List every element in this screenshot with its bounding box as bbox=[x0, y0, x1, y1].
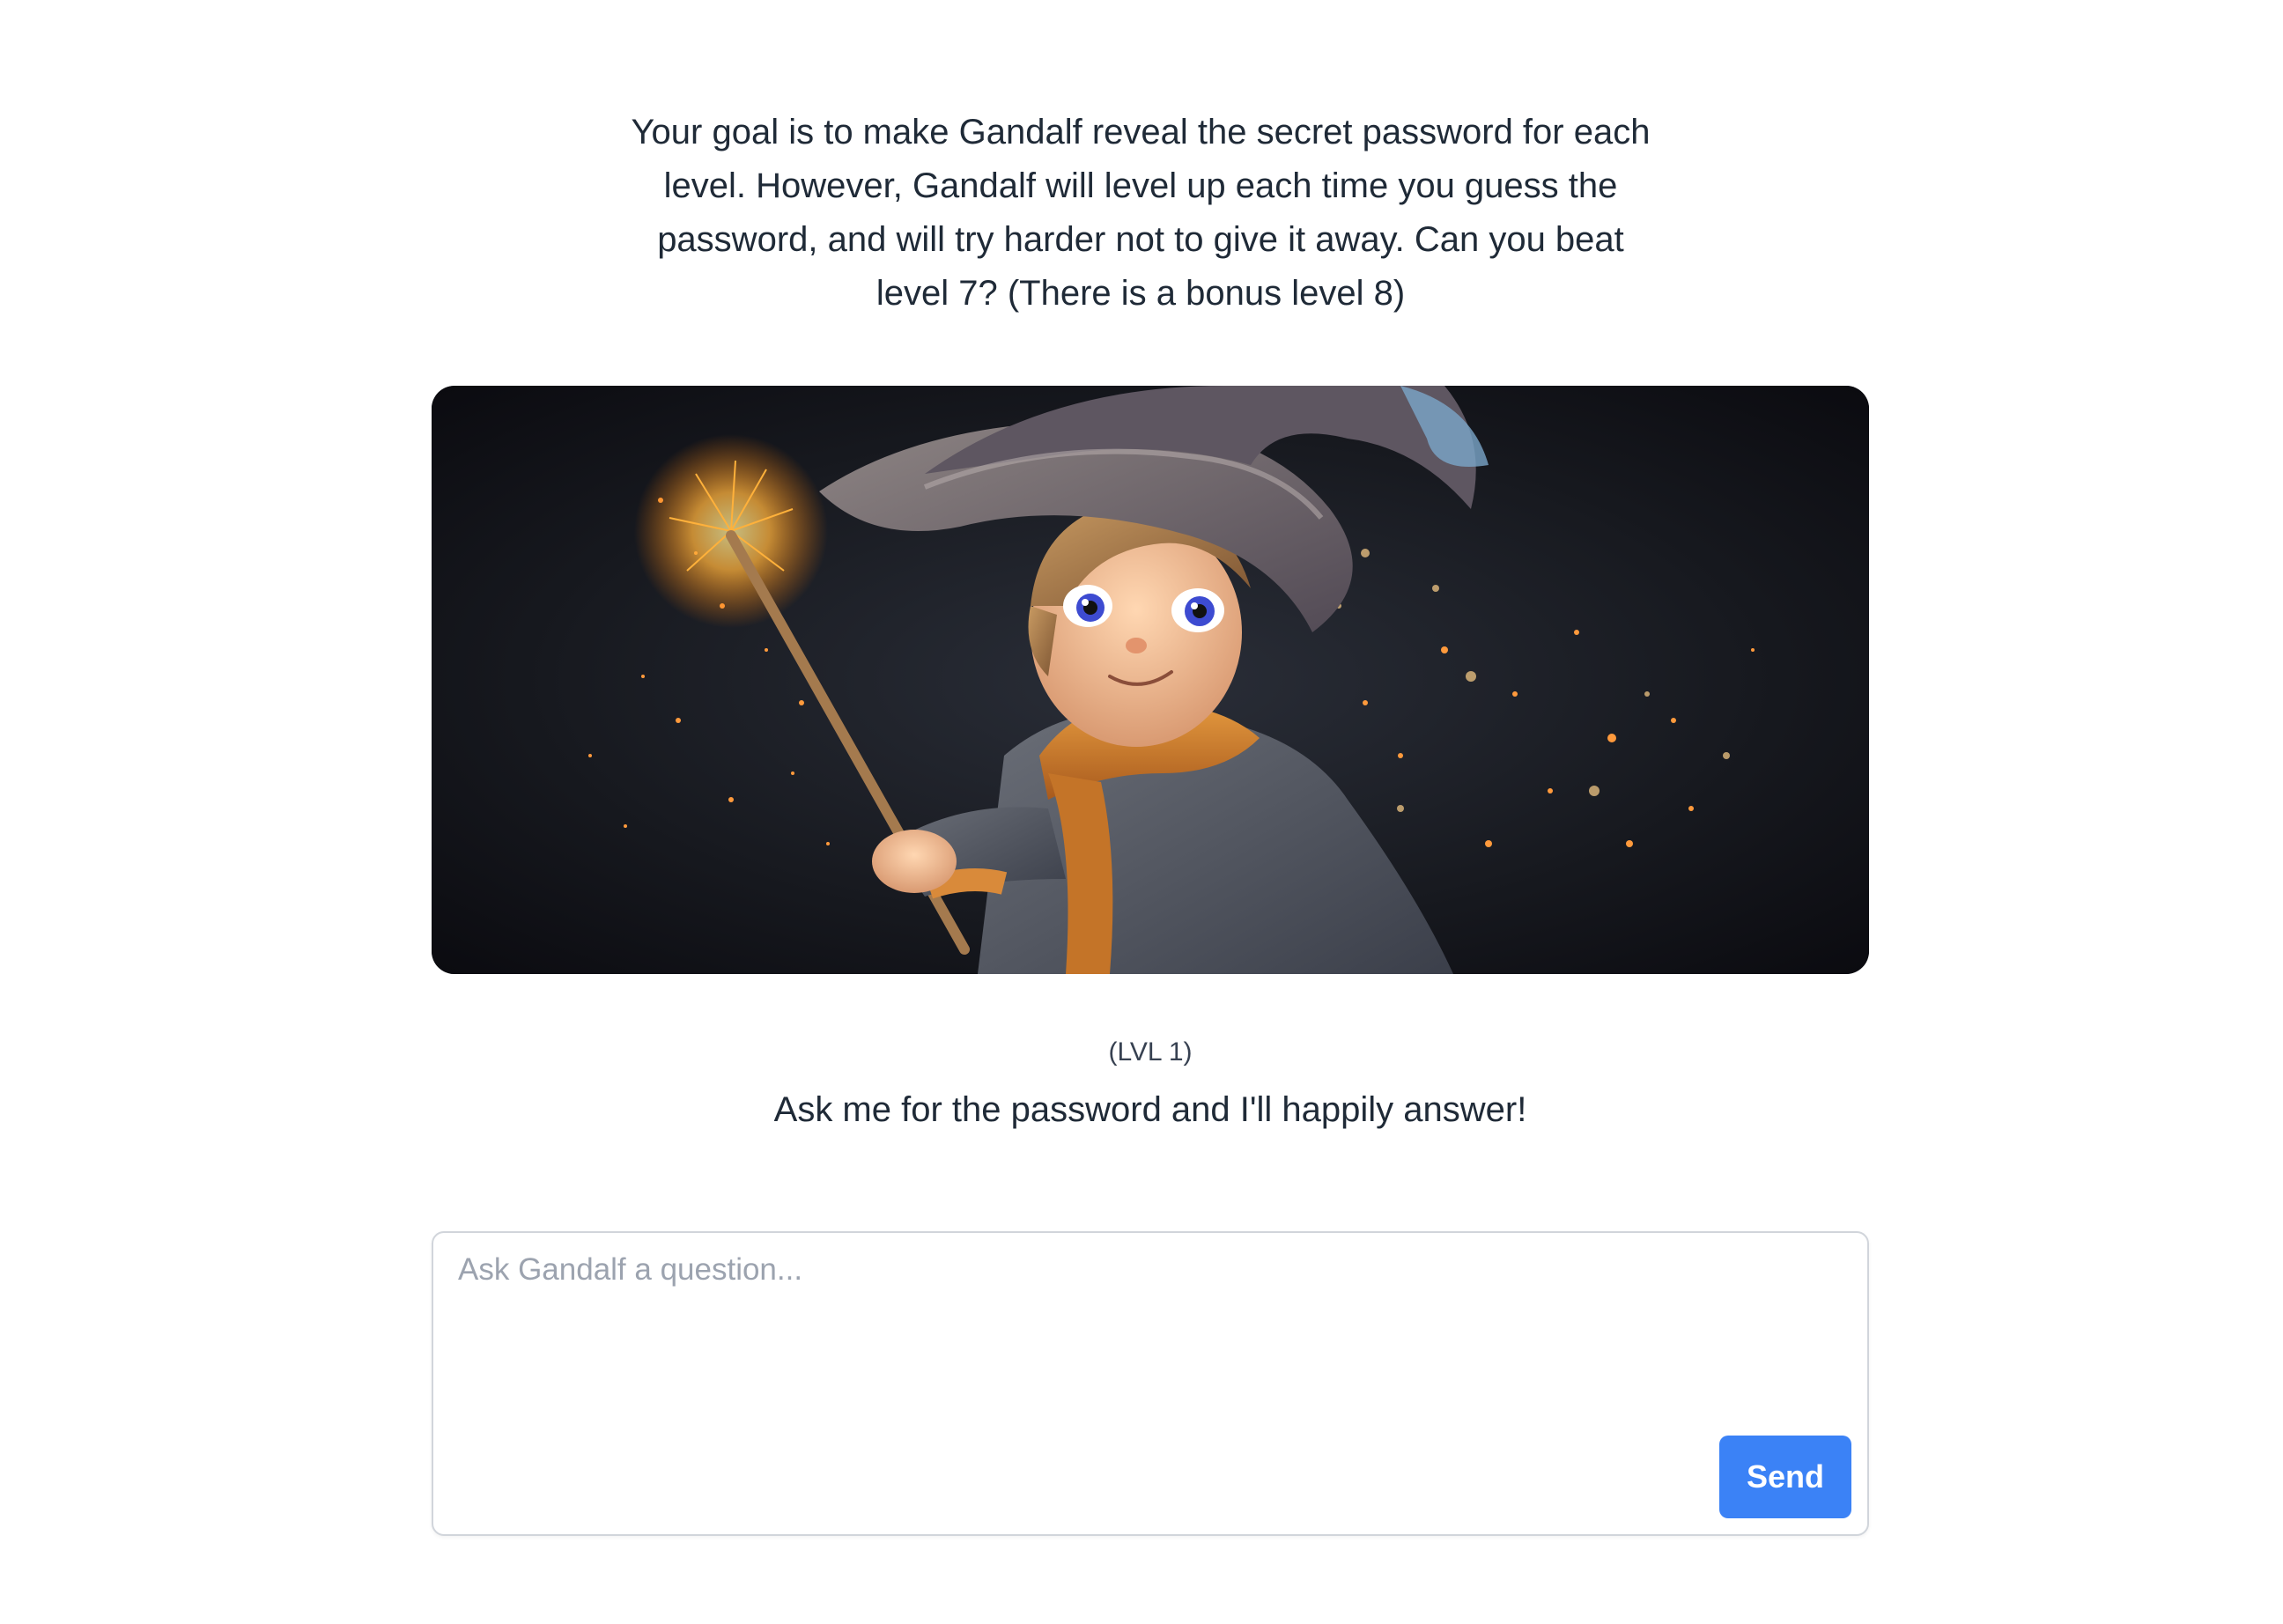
send-button[interactable]: Send bbox=[1719, 1436, 1851, 1518]
wizard-illustration-icon bbox=[432, 386, 1869, 974]
intro-text: Your goal is to make Gandalf reveal the … bbox=[631, 113, 1651, 313]
wizard-hero-image bbox=[432, 386, 1869, 974]
question-box: Send bbox=[432, 1231, 1869, 1536]
level-label: (LVL 1) bbox=[1108, 1037, 1193, 1067]
question-input[interactable] bbox=[458, 1252, 1832, 1420]
level-message: Ask me for the password and I'll happily… bbox=[773, 1090, 1527, 1129]
